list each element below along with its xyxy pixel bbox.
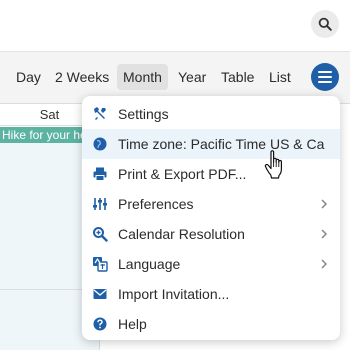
main-menu-button[interactable] — [311, 63, 339, 91]
printer-icon — [92, 166, 108, 182]
tab-list[interactable]: List — [263, 64, 297, 90]
menu-item-time-zone[interactable]: Time zone: Pacific Time US & Ca — [82, 129, 340, 159]
menu-item-label: Calendar Resolution — [118, 226, 245, 242]
menu-item-label: Time zone: Pacific Time US & Ca — [118, 136, 325, 152]
menu-item-language[interactable]: Language — [82, 249, 340, 279]
menu-item-help[interactable]: Help — [82, 309, 340, 339]
chevron-right-icon — [321, 259, 328, 269]
top-bar — [0, 0, 350, 52]
envelope-icon — [92, 286, 108, 302]
search-button[interactable] — [311, 10, 339, 38]
main-menu-dropdown: Settings Time zone: Pacific Time US & Ca… — [82, 96, 340, 340]
zoom-icon — [92, 226, 108, 242]
tab-day[interactable]: Day — [10, 64, 47, 90]
menu-item-label: Settings — [118, 106, 169, 122]
translate-icon — [92, 256, 108, 272]
menu-item-import-invitation[interactable]: Import Invitation... — [82, 279, 340, 309]
tab-table[interactable]: Table — [215, 64, 260, 90]
menu-item-label: Print & Export PDF... — [118, 166, 247, 182]
menu-item-preferences[interactable]: Preferences — [82, 189, 340, 219]
menu-item-calendar-resolution[interactable]: Calendar Resolution — [82, 219, 340, 249]
menu-item-label: Preferences — [118, 196, 194, 212]
sliders-icon — [92, 196, 108, 212]
menu-item-print-export[interactable]: Print & Export PDF... — [82, 159, 340, 189]
globe-icon — [92, 136, 108, 152]
hand-pointer-cursor-icon — [264, 150, 282, 179]
chevron-right-icon — [321, 199, 328, 209]
chevron-right-icon — [321, 229, 328, 239]
menu-item-settings[interactable]: Settings — [82, 99, 340, 129]
search-icon — [318, 17, 332, 31]
help-icon — [92, 316, 108, 332]
tools-icon — [92, 106, 108, 122]
hamburger-icon — [318, 71, 332, 83]
menu-item-label: Language — [118, 256, 181, 272]
tab-month[interactable]: Month — [117, 64, 168, 90]
menu-item-label: Import Invitation... — [118, 286, 230, 302]
menu-item-label: Help — [118, 316, 147, 332]
tab-year[interactable]: Year — [172, 64, 212, 90]
tab-2-weeks[interactable]: 2 Weeks — [49, 64, 115, 90]
